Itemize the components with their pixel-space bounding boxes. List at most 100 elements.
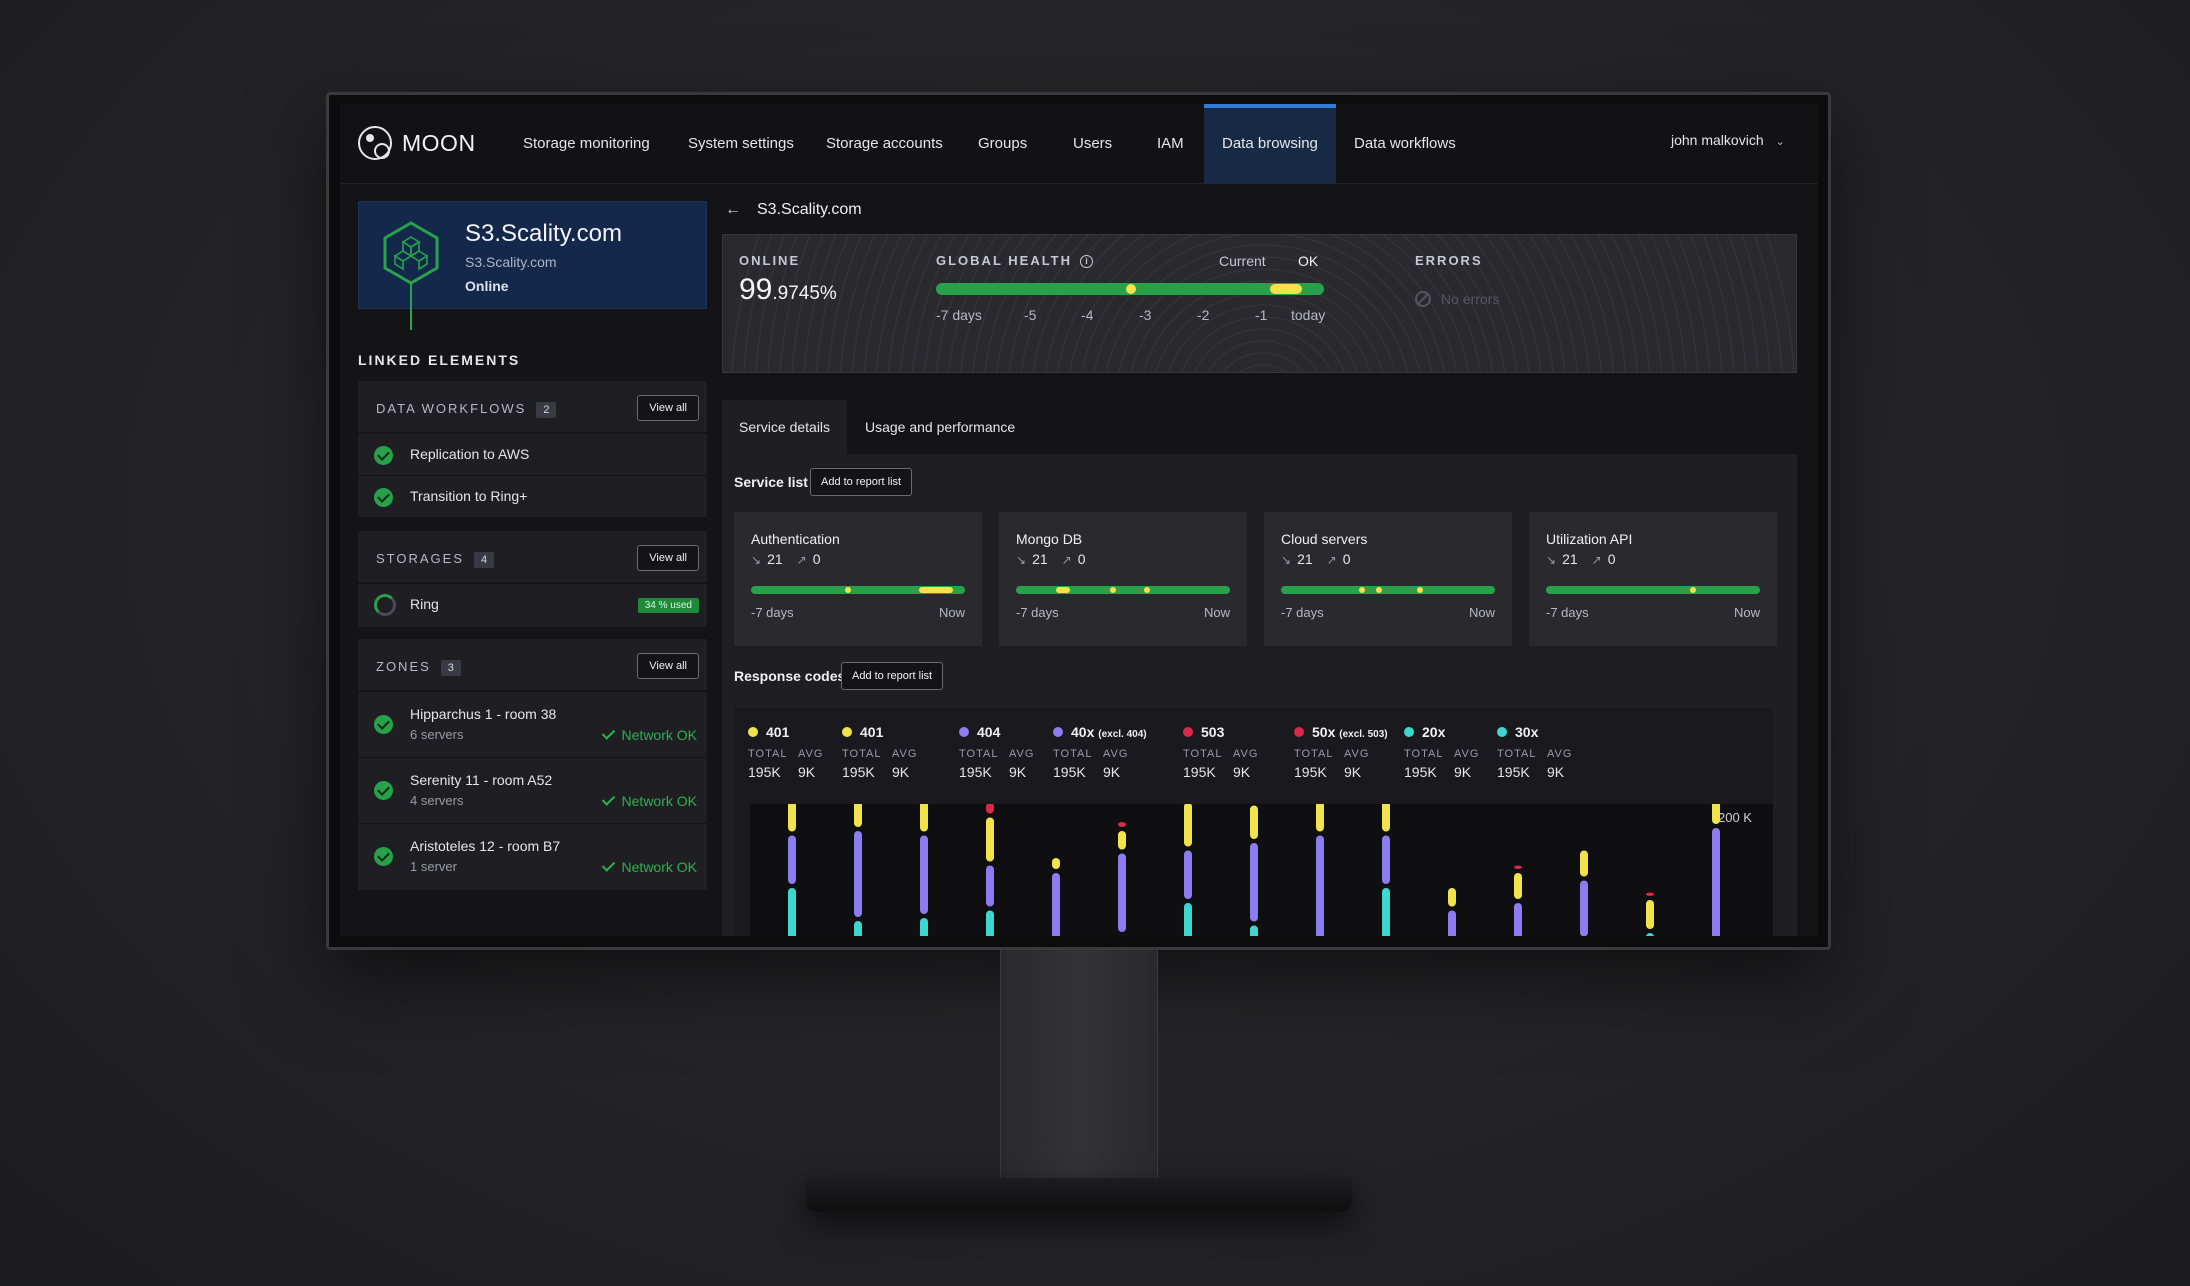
response-code-values: 195K 9K bbox=[842, 764, 910, 780]
chart-bar-segment[interactable] bbox=[1448, 910, 1456, 937]
back-arrow-icon[interactable]: ← bbox=[725, 201, 741, 218]
service-axis-end: Now bbox=[938, 605, 965, 620]
response-code-40x[interactable]: 40x (excl. 404) TOTAL AVG 195K 9K bbox=[1053, 724, 1147, 780]
response-code-401[interactable]: 401 TOTAL AVG 195K 9K bbox=[842, 724, 917, 780]
chart-bar-segment[interactable] bbox=[854, 831, 862, 917]
chart-bar-segment[interactable] bbox=[986, 817, 994, 862]
workflows-view-all-button[interactable]: View all bbox=[637, 395, 699, 421]
chart-bar-segment[interactable] bbox=[1184, 850, 1192, 900]
chart-bar-segment[interactable] bbox=[1382, 835, 1390, 885]
response-codes-chart: 200 K bbox=[750, 778, 1773, 937]
chart-bar-segment[interactable] bbox=[1646, 892, 1654, 897]
tab-service-details[interactable]: Service details bbox=[722, 400, 848, 454]
user-menu[interactable]: john malkovich ⌄ bbox=[1671, 132, 1785, 148]
service-card-authentication[interactable]: Authentication ↘ 21 ↗ 0 -7 days Now bbox=[734, 512, 982, 646]
info-icon[interactable]: i bbox=[1080, 255, 1094, 268]
app-logo[interactable]: MOON bbox=[358, 126, 476, 160]
chart-bar-segment[interactable] bbox=[854, 921, 862, 936]
chart-bar-segment[interactable] bbox=[1580, 880, 1588, 937]
service-warning-segment[interactable] bbox=[919, 587, 953, 593]
chart-bar-segment[interactable] bbox=[788, 835, 796, 885]
nav-storage-monitoring[interactable]: Storage monitoring bbox=[523, 104, 650, 184]
nav-system-settings[interactable]: System settings bbox=[688, 104, 794, 184]
chart-bar-segment[interactable] bbox=[1118, 831, 1126, 850]
chart-bar-segment[interactable] bbox=[986, 910, 994, 937]
chart-bar-segment[interactable] bbox=[788, 888, 796, 936]
zones-panel: ZONES 3 View all Hipparchus 1 - room 38 6… bbox=[358, 639, 707, 890]
list-item[interactable]: Replication to AWS bbox=[358, 433, 707, 475]
service-incident-marker[interactable] bbox=[1144, 587, 1150, 593]
service-card-cloud-servers[interactable]: Cloud servers ↘ 21 ↗ 0 -7 days Now bbox=[1264, 512, 1512, 646]
chart-bar-segment[interactable] bbox=[1250, 925, 1258, 937]
chart-bar-segment[interactable] bbox=[986, 802, 994, 814]
workflow-name: Replication to AWS bbox=[410, 446, 530, 462]
service-card-utilization-api[interactable]: Utilization API ↘ 21 ↗ 0 -7 days Now bbox=[1529, 512, 1777, 646]
zones-view-all-button[interactable]: View all bbox=[637, 653, 699, 679]
list-item[interactable]: Ring 34 % used bbox=[358, 583, 707, 625]
arrow-up-right-icon: ↗ bbox=[796, 553, 807, 567]
chart-bar-segment[interactable] bbox=[1646, 933, 1654, 936]
chart-bar-segment[interactable] bbox=[1052, 858, 1060, 869]
chart-bar-segment[interactable] bbox=[1316, 835, 1324, 937]
service-incident-marker[interactable] bbox=[1417, 587, 1423, 593]
chart-bar-segment[interactable] bbox=[1382, 888, 1390, 936]
chart-bar-segment[interactable] bbox=[986, 865, 994, 907]
tab-usage-performance[interactable]: Usage and performance bbox=[865, 400, 1015, 454]
chart-bar-segment[interactable] bbox=[854, 793, 862, 827]
chart-bar-segment[interactable] bbox=[1316, 798, 1324, 832]
chart-bar-segment[interactable] bbox=[1250, 805, 1258, 840]
chart-bar-segment[interactable] bbox=[1382, 790, 1390, 832]
service-incident-marker[interactable] bbox=[1359, 587, 1365, 593]
chart-bar-segment[interactable] bbox=[1514, 865, 1522, 870]
response-code-20x[interactable]: 20x TOTAL AVG 195K 9K bbox=[1404, 724, 1479, 780]
chart-bar-segment[interactable] bbox=[1184, 903, 1192, 936]
storages-view-all-button[interactable]: View all bbox=[637, 545, 699, 571]
response-code-503[interactable]: 503 TOTAL AVG 195K 9K bbox=[1183, 724, 1258, 780]
nav-iam[interactable]: IAM bbox=[1157, 104, 1184, 184]
health-warning-segment[interactable] bbox=[1270, 284, 1302, 294]
zone-row[interactable]: Hipparchus 1 - room 38 6 servers Network… bbox=[358, 691, 707, 757]
chart-bar-segment[interactable] bbox=[788, 798, 796, 832]
chart-bar-segment[interactable] bbox=[1052, 873, 1060, 936]
response-code-401[interactable]: 401 TOTAL AVG 195K 9K bbox=[748, 724, 823, 780]
check-circle-icon bbox=[374, 781, 393, 800]
list-item[interactable]: Transition to Ring+ bbox=[358, 475, 707, 517]
check-circle-icon bbox=[374, 446, 393, 465]
zone-row[interactable]: Aristoteles 12 - room B7 1 server Networ… bbox=[358, 823, 707, 889]
chart-bar-segment[interactable] bbox=[1118, 853, 1126, 933]
chart-bar-segment[interactable] bbox=[1118, 822, 1126, 827]
nav-groups[interactable]: Groups bbox=[978, 104, 1027, 184]
service-incident-marker[interactable] bbox=[1110, 587, 1116, 593]
chart-bar-segment[interactable] bbox=[1646, 900, 1654, 929]
nav-data-workflows[interactable]: Data workflows bbox=[1354, 104, 1456, 184]
health-incident-marker[interactable] bbox=[1126, 284, 1136, 294]
response-code-30x[interactable]: 30x TOTAL AVG 195K 9K bbox=[1497, 724, 1572, 780]
response-code-50x[interactable]: 50x (excl. 503) TOTAL AVG 195K 9K bbox=[1294, 724, 1388, 780]
nav-data-browsing[interactable]: Data browsing bbox=[1204, 104, 1336, 184]
add-service-list-to-report-button[interactable]: Add to report list bbox=[810, 468, 913, 496]
chart-bar-segment[interactable] bbox=[920, 835, 928, 915]
nav-storage-accounts[interactable]: Storage accounts bbox=[826, 104, 943, 184]
service-warning-segment[interactable] bbox=[1056, 587, 1070, 593]
nav-users[interactable]: Users bbox=[1073, 104, 1112, 184]
service-incident-marker[interactable] bbox=[845, 587, 851, 593]
response-code-name: 40x (excl. 404) bbox=[1053, 724, 1147, 740]
chart-bar-segment[interactable] bbox=[1448, 888, 1456, 907]
workflow-name: Transition to Ring+ bbox=[410, 488, 528, 504]
health-axis-label: today bbox=[1291, 307, 1326, 323]
service-card-mongo-db[interactable]: Mongo DB ↘ 21 ↗ 0 -7 days Now bbox=[999, 512, 1247, 646]
chart-bar-segment[interactable] bbox=[920, 918, 928, 936]
zone-row[interactable]: Serenity 11 - room A52 4 servers Network… bbox=[358, 757, 707, 823]
chart-bar-segment[interactable] bbox=[920, 798, 928, 832]
add-response-codes-to-report-button[interactable]: Add to report list bbox=[841, 662, 944, 690]
chart-bar-segment[interactable] bbox=[1514, 903, 1522, 936]
chart-bar-segment[interactable] bbox=[1712, 828, 1720, 936]
ban-icon bbox=[1415, 291, 1431, 307]
chart-bar-segment[interactable] bbox=[1184, 802, 1192, 847]
chart-bar-segment[interactable] bbox=[1514, 873, 1522, 899]
response-code-404[interactable]: 404 TOTAL AVG 195K 9K bbox=[959, 724, 1034, 780]
service-incident-marker[interactable] bbox=[1376, 587, 1382, 593]
chart-bar-segment[interactable] bbox=[1580, 850, 1588, 877]
service-incident-marker[interactable] bbox=[1690, 587, 1696, 593]
chart-bar-segment[interactable] bbox=[1250, 843, 1258, 922]
